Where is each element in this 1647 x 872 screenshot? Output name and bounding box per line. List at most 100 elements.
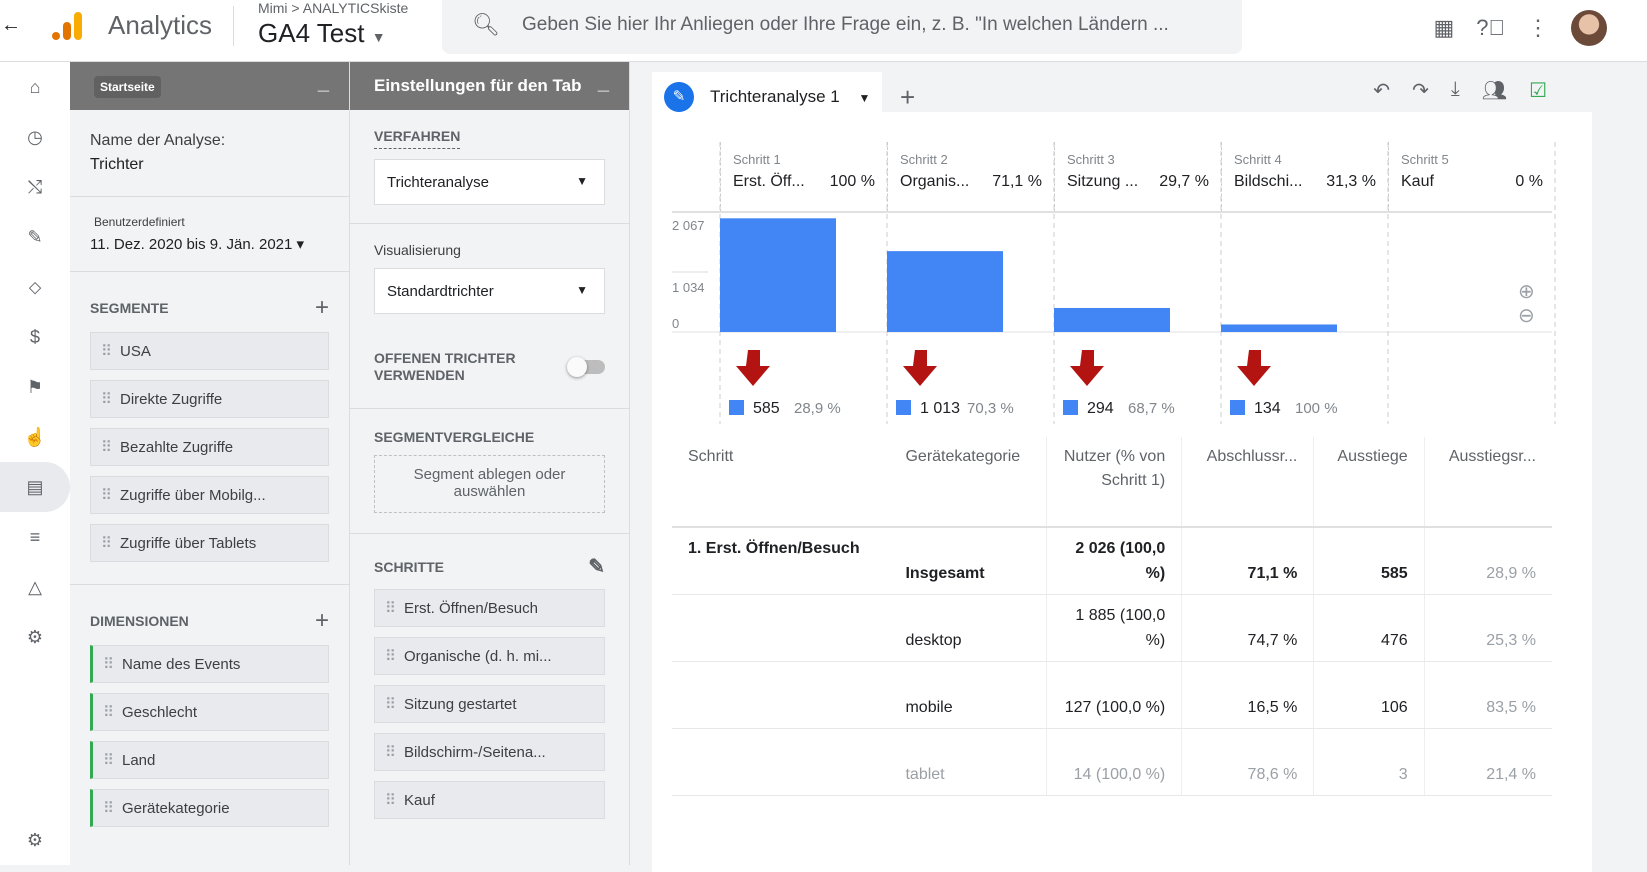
tab-label: Trichteranalyse 1 [710,87,840,106]
retention-icon[interactable]: ☝ [0,412,70,462]
flag-icon[interactable]: ⚑ [0,362,70,412]
analytics-logo-icon [52,12,82,40]
top-bar: ← Analytics Mimi > ANALYTICSkiste GA4 Te… [0,0,1647,62]
dimension-chip[interactable]: ⠿ Land [90,741,329,779]
table-cell: 476 [1313,594,1425,662]
funnel-card: Schritt 1 Erst. Öff... 100 % Schritt 2 Organ… [652,112,1592,872]
segment-drop-zone[interactable]: Segment ablegen oder auswählen [374,455,605,513]
drag-handle-icon: ⠿ [385,648,396,665]
table-row[interactable]: desktop 1 885 (100,0 %) 74,7 % 476 25,3 % [672,594,1552,662]
home-icon[interactable]: ⌂ [0,62,70,112]
column-header[interactable]: Nutzer (% von Schritt 1) [1046,437,1182,528]
nav-rail: ⌂ ◷ ⤭ ✎ ⬦ $ ⚑ ☝ ▤ ≡ △ ⚙ ⚙ [0,62,70,865]
viz-label: Visualisierung [374,242,461,258]
column-header[interactable]: Ausstiegsr... [1423,437,1552,528]
debug-icon[interactable]: ⚙ [0,612,70,662]
download-icon[interactable]: ⤓ [1451,78,1460,103]
breadcrumb[interactable]: Mimi > ANALYTICSkiste [258,0,408,16]
save-check-icon[interactable]: ☑ [1529,78,1547,103]
table-cell: Insgesamt [889,527,1047,595]
table-cell: 74,7 % [1181,594,1314,662]
segment-chip[interactable]: ⠿ Bezahlte Zugriffe [90,428,329,466]
edit-pencil-icon[interactable]: ✎ [588,554,605,579]
add-dimension-icon[interactable]: + [315,607,329,635]
engagement-icon[interactable]: ✎ [0,212,70,262]
open-funnel-label: OFFENEN TRICHTER VERWENDEN [374,350,516,383]
dimension-chip[interactable]: ⠿ Name des Events [90,645,329,683]
step-chip[interactable]: ⠿ Sitzung gestartet [374,685,605,723]
chip-label: Land [122,752,156,769]
column-header[interactable]: Abschlussr... [1181,437,1314,528]
funnel-bar [720,218,836,332]
date-range: 11. Dez. 2020 bis 9. Jän. 2021 [90,236,293,253]
segment-chip[interactable]: ⠿ USA [90,332,329,370]
table-row[interactable]: tablet 14 (100,0 %) 78,6 % 3 21,4 % [672,728,1552,796]
back-arrow-icon[interactable]: ← [0,14,22,37]
drag-handle-icon: ⠿ [101,391,112,408]
segment-chip[interactable]: ⠿ Direkte Zugriffe [90,380,329,418]
y-tick-label: 1 034 [672,280,705,295]
property-selector[interactable]: GA4 Test ▼ [258,18,386,49]
segment-chip[interactable]: ⠿ Zugriffe über Tablets [90,524,329,562]
column-header[interactable]: Schritt [672,437,890,528]
more-vert-icon[interactable]: ⋮ [1527,15,1549,41]
dimension-chip[interactable]: ⠿ Geschlecht [90,693,329,731]
analysis-icon[interactable]: ▤ [0,462,70,512]
caret-down-icon[interactable]: ▼ [859,91,871,105]
table-row[interactable]: mobile 127 (100,0 %) 16,5 % 106 83,5 % [672,661,1552,729]
realtime-clock-icon[interactable]: ◷ [0,112,70,162]
add-segment-icon[interactable]: + [315,294,329,322]
dimension-chip[interactable]: ⠿ Gerätekategorie [90,789,329,827]
table-cell: 127 (100,0 %) [1046,661,1182,729]
users-icon[interactable]: ≡ [0,512,70,562]
minimize-button[interactable]: _ [318,72,329,95]
technique-dropdown[interactable]: Trichteranalyse ▼ [374,159,605,205]
visualization-dropdown[interactable]: Standardtrichter ▼ [374,268,605,314]
lifecycle-icon[interactable]: ⤭ [0,162,70,212]
funnel-chart: 2 067 1 034 0 585 28,9 % 1 013 70,3 % 294 68,7 %… [672,142,1556,424]
drag-handle-icon: ⠿ [101,487,112,504]
funnel-table: Schritt Gerätekategorie Nutzer (% von Schr… [672,437,1552,796]
segment-compare-label: SEGMENTVERGLEICHE [374,429,535,445]
chip-label: Sitzung gestartet [404,696,517,713]
table-cell: mobile [889,661,1047,729]
table-row[interactable]: 1. Erst. Öffnen/Besuch Insgesamt 2 026 (10… [672,527,1552,595]
chip-label: Zugriffe über Mobilg... [120,487,266,504]
search-input[interactable]: 🔍︎ Geben Sie hier Ihr Anliegen oder Ihre … [442,0,1242,54]
drag-handle-icon: ⠿ [385,600,396,617]
table-cell: 2 026 (100,0 %) [1046,527,1182,595]
date-range-selector[interactable]: 11. Dez. 2020 bis 9. Jän. 2021 ▾ [90,235,329,253]
step-chip[interactable]: ⠿ Kauf [374,781,605,819]
analysis-name-value[interactable]: Trichter [90,156,329,174]
add-tab-button[interactable]: + [900,82,915,113]
dropdown-value: Standardtrichter [387,283,494,300]
segment-chip[interactable]: ⠿ Zugriffe über Mobilg... [90,476,329,514]
search-icon: 🔍︎ [472,12,500,37]
redo-icon[interactable]: ↷ [1412,78,1429,103]
share-users-icon[interactable]: 👥︎ [1482,78,1507,103]
property-name: GA4 Test [258,18,365,48]
search-placeholder: Geben Sie hier Ihr Anliegen oder Ihre Fr… [522,14,1169,35]
variables-panel: Startseite _ Name der Analyse: Trichter B… [70,62,350,865]
edit-pencil-icon[interactable]: ✎ [664,82,694,112]
step-chip[interactable]: ⠿ Bildschirm-/Seitena... [374,733,605,771]
tag-icon[interactable]: ⬦ [0,262,70,312]
open-funnel-toggle[interactable] [567,357,605,377]
chip-label: Gerätekategorie [122,800,230,817]
chip-label: USA [120,343,151,360]
chip-label: Erst. Öffnen/Besuch [404,600,538,617]
step-chip[interactable]: ⠿ Organische (d. h. mi... [374,637,605,675]
undo-icon[interactable]: ↶ [1373,78,1390,103]
column-header[interactable]: Ausstiege [1313,437,1425,528]
settings-gear-icon[interactable]: ⚙ [0,815,70,865]
column-header[interactable]: Gerätekategorie [889,437,1047,528]
caret-down-icon: ▼ [576,174,588,188]
step-chip[interactable]: ⠿ Erst. Öffnen/Besuch [374,589,605,627]
brand-name: Analytics [108,10,213,40]
monetization-icon[interactable]: $ [0,312,70,362]
avatar[interactable] [1571,10,1607,46]
tech-icon[interactable]: △ [0,562,70,612]
apps-grid-icon[interactable]: ▦ [1433,15,1454,41]
minimize-button[interactable]: _ [598,72,609,95]
help-icon[interactable]: ?⃝ [1476,15,1505,41]
